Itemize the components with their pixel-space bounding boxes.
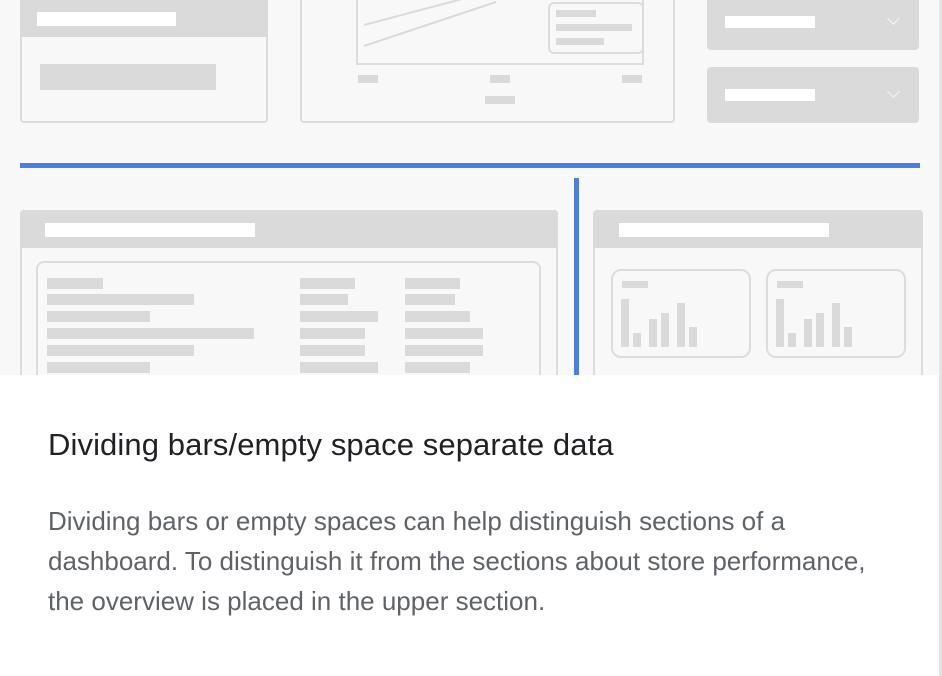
mini-chart-label: [777, 281, 803, 288]
table-card-title-bar: [45, 223, 255, 237]
caption-title: Dividing bars/empty space separate data: [48, 427, 614, 462]
table-cell: [405, 362, 470, 373]
table-cell: [300, 294, 348, 305]
bar-chart-icon: [621, 299, 697, 347]
x-axis-label: [485, 96, 515, 104]
mini-chart-1: [611, 269, 751, 358]
table-cell: [47, 311, 150, 322]
legend-line-3: [556, 38, 604, 45]
x-tick-2: [490, 75, 510, 83]
table-cell: [405, 311, 470, 322]
vertical-dividing-bar: [574, 178, 579, 375]
table-cell: [47, 362, 150, 373]
table-cell: [300, 311, 378, 322]
table-cell: [47, 345, 194, 356]
table-cell: [300, 345, 365, 356]
horizontal-dividing-bar: [20, 163, 920, 168]
table-cell: [300, 362, 378, 373]
table-cell: [47, 278, 103, 289]
mini-chart-2: [766, 269, 906, 358]
table-cell: [47, 294, 194, 305]
table-cell: [405, 328, 483, 339]
table-cell: [300, 278, 355, 289]
overview-card-value-bar: [40, 64, 216, 90]
dropdown-2-value-bar: [725, 89, 815, 101]
x-tick-1: [358, 75, 378, 83]
x-tick-3: [622, 75, 642, 83]
mini-chart-label: [622, 281, 648, 288]
caption-panel: Dividing bars/empty space separate data …: [0, 375, 939, 676]
mini-charts-card-title-bar: [619, 223, 829, 237]
dropdown-1-value-bar: [725, 16, 815, 28]
table-cell: [47, 328, 254, 339]
legend-line-2: [556, 24, 632, 31]
legend-line-1: [556, 10, 596, 17]
table-cell: [405, 278, 460, 289]
table-cell: [405, 345, 483, 356]
table-cell: [405, 294, 455, 305]
dashboard-illustration: [0, 0, 942, 375]
bar-chart-icon: [776, 299, 852, 347]
caption-body: Dividing bars or empty spaces can help d…: [48, 506, 866, 616]
overview-card-title-bar: [37, 12, 176, 26]
table-cell: [300, 328, 365, 339]
